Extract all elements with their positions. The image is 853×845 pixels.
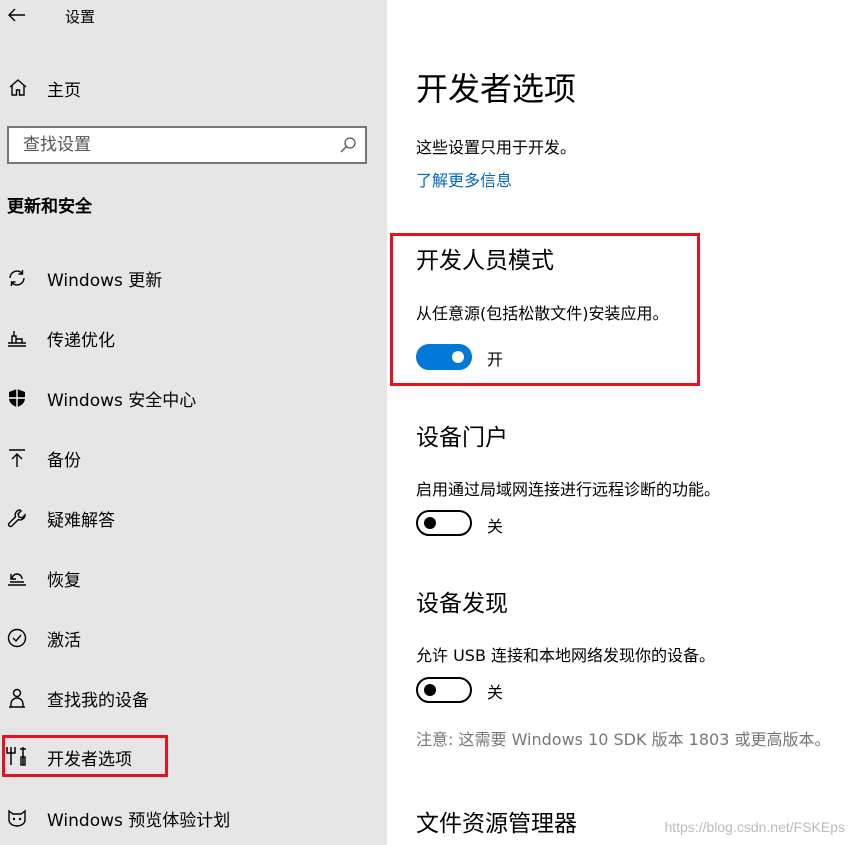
search-box [7, 126, 367, 164]
sidebar-item-home[interactable]: 主页 [0, 68, 387, 106]
sidebar-item-label: 传递优化 [47, 331, 115, 351]
learn-more-link[interactable]: 了解更多信息 [416, 167, 512, 191]
sync-icon [9, 270, 25, 286]
page-description: 这些设置只用于开发。 [416, 138, 577, 157]
sidebar-item-developer-options[interactable]: 开发者选项 [0, 728, 387, 778]
developer-mode-toggle[interactable] [416, 344, 472, 370]
search-input[interactable] [12, 130, 322, 160]
device-portal-description: 启用通过局域网连接进行远程诊断的功能。 [416, 480, 721, 499]
sidebar-item-windows-security[interactable]: Windows 安全中心 [0, 372, 387, 422]
sidebar-item-label: 查找我的设备 [47, 691, 149, 711]
back-button[interactable] [4, 4, 30, 26]
sdk-note: 注意: 这需要 Windows 10 SDK 版本 1803 或更高版本。 [416, 730, 831, 749]
person-pin-icon [9, 688, 25, 708]
insider-cat-icon [8, 809, 26, 827]
toggle-knob [452, 351, 464, 363]
device-portal-state: 关 [487, 517, 504, 536]
sidebar-item-windows-update[interactable]: Windows 更新 [0, 252, 387, 302]
recovery-icon [8, 573, 26, 586]
sidebar-item-find-my-device[interactable]: 查找我的设备 [0, 672, 387, 722]
sidebar-item-label: 开发者选项 [47, 750, 132, 770]
page-title: 开发者选项 [416, 70, 577, 108]
sidebar-item-label: 备份 [47, 451, 81, 471]
device-portal-title: 设备门户 [416, 425, 508, 451]
developer-tools-icon [6, 747, 26, 766]
device-discovery-toggle[interactable] [416, 677, 472, 703]
app-title: 设置 [65, 8, 96, 26]
device-discovery-title: 设备发现 [416, 591, 508, 617]
sidebar: 设置 主页 更新和安全 Windows 更新 传递优化 Windows 安全 [0, 0, 387, 845]
wrench-icon [7, 509, 26, 528]
sidebar-item-label: Windows 预览体验计划 [47, 811, 231, 831]
sidebar-item-label: Windows 安全中心 [47, 391, 197, 411]
watermark: https://blog.csdn.net/FSKEps [664, 819, 845, 835]
search-icon[interactable] [339, 136, 357, 154]
sidebar-item-troubleshoot[interactable]: 疑难解答 [0, 492, 387, 542]
file-explorer-title: 文件资源管理器 [416, 811, 577, 837]
home-icon [9, 79, 27, 96]
main-content: 开发者选项 这些设置只用于开发。 了解更多信息 开发人员模式 从任意源(包括松散… [387, 0, 853, 845]
toggle-knob [424, 517, 436, 529]
sidebar-item-label: 主页 [47, 81, 81, 101]
sidebar-item-label: 激活 [47, 631, 81, 651]
sidebar-item-delivery-optimization[interactable]: 传递优化 [0, 312, 387, 362]
sidebar-item-label: 疑难解答 [47, 511, 115, 531]
device-discovery-state: 关 [487, 683, 504, 702]
check-circle-icon [7, 628, 27, 648]
sidebar-item-windows-insider[interactable]: Windows 预览体验计划 [0, 792, 387, 842]
sidebar-item-label: Windows 更新 [47, 271, 163, 291]
toggle-knob [424, 684, 436, 696]
section-heading: 更新和安全 [7, 197, 92, 217]
sidebar-item-activation[interactable]: 激活 [0, 612, 387, 662]
sidebar-item-label: 恢复 [47, 571, 81, 591]
sidebar-item-backup[interactable]: 备份 [0, 432, 387, 482]
developer-mode-state: 开 [487, 350, 504, 369]
delivery-icon [8, 331, 26, 347]
back-arrow-icon [8, 8, 25, 22]
device-discovery-description: 允许 USB 连接和本地网络发现你的设备。 [416, 646, 716, 665]
device-portal-toggle[interactable] [416, 510, 472, 536]
upload-icon [9, 449, 25, 467]
shield-icon [9, 389, 25, 407]
sidebar-item-recovery[interactable]: 恢复 [0, 552, 387, 602]
developer-mode-description: 从任意源(包括松散文件)安装应用。 [416, 304, 669, 323]
developer-mode-title: 开发人员模式 [416, 248, 554, 274]
